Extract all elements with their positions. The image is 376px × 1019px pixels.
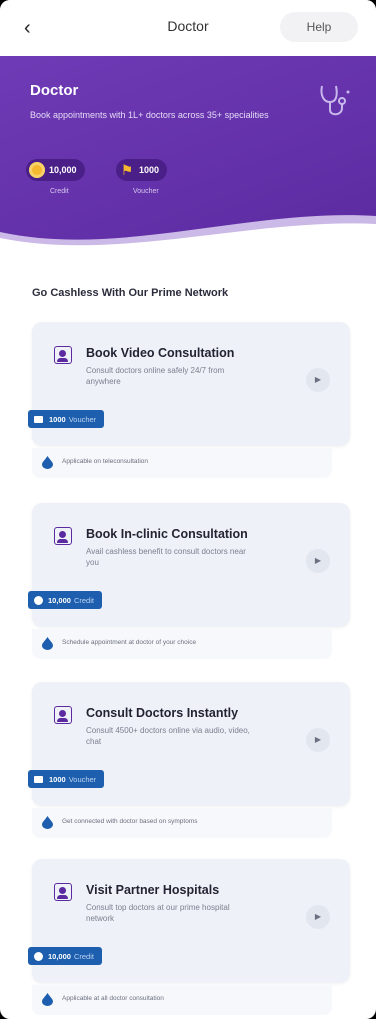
badge-value: 10,000	[48, 951, 71, 961]
card-note: Schedule appointment at doctor of your c…	[32, 629, 332, 659]
chevron-right-icon[interactable]: ▶	[306, 549, 330, 573]
voucher-badge: 1000 Voucher	[28, 770, 105, 788]
badge-unit: Voucher	[68, 774, 97, 784]
card-inclinic-consultation: Book In-clinic Consultation Avail cashle…	[28, 503, 350, 659]
doctor-icon	[54, 883, 72, 901]
card-title: Consult Doctors Instantly	[86, 706, 239, 720]
app-screen: ‹ Doctor Help Doctor Book appointments w…	[0, 0, 376, 1019]
badge-value: 10,000	[48, 595, 71, 605]
card-body[interactable]: Book In-clinic Consultation Avail cashle…	[28, 503, 350, 627]
card-partner-hospitals: Visit Partner Hospitals Consult top doct…	[28, 859, 350, 1015]
badge-unit: Credit	[73, 595, 94, 605]
help-button[interactable]: Help	[280, 12, 358, 42]
card-body[interactable]: Book Video Consultation Consult doctors …	[28, 322, 350, 446]
hero-wave-divider	[0, 215, 376, 246]
card-consult-instantly: Consult Doctors Instantly Consult 4500+ …	[28, 682, 350, 838]
voucher-pill: ⚑ 1000	[116, 159, 168, 181]
badge-value: 1000	[49, 414, 66, 424]
card-desc: Consult 4500+ doctors online via audio, …	[86, 726, 250, 746]
drop-icon	[42, 816, 53, 829]
drop-icon	[42, 456, 53, 469]
badge-unit: Voucher	[68, 414, 97, 424]
badge-value: 1000	[49, 774, 66, 784]
credit-badge: 10,000 Credit	[28, 591, 102, 609]
hero-title: Doctor	[30, 82, 79, 99]
card-note: Applicable on teleconsultation	[32, 448, 332, 478]
card-title: Book In-clinic Consultation	[86, 527, 248, 541]
voucher-tag-icon: ⚑	[120, 162, 134, 178]
chevron-right-icon[interactable]: ▶	[306, 728, 330, 752]
badge-unit: Credit	[73, 951, 94, 961]
coin-icon	[29, 162, 45, 178]
section-title: Go Cashless With Our Prime Network	[32, 287, 229, 299]
doctor-icon	[54, 706, 72, 724]
stethoscope-icon	[320, 85, 350, 116]
card-body[interactable]: Consult Doctors Instantly Consult 4500+ …	[28, 682, 350, 806]
coin-icon	[34, 951, 43, 961]
card-body[interactable]: Visit Partner Hospitals Consult top doct…	[28, 859, 350, 983]
credits-value: 10,000	[49, 165, 77, 175]
top-bar: ‹ Doctor Help	[0, 0, 376, 56]
note-text: Schedule appointment at doctor of your c…	[62, 639, 197, 646]
credits-pill: 10,000	[26, 159, 85, 181]
note-text: Applicable at all doctor consultation	[62, 995, 164, 1002]
card-title: Book Video Consultation	[86, 346, 235, 360]
hero-subtitle: Book appointments with 1L+ doctors acros…	[30, 110, 269, 120]
coin-icon	[34, 595, 43, 605]
voucher-badge: 1000 Voucher	[28, 410, 105, 428]
ticket-icon	[34, 415, 43, 423]
note-text: Get connected with doctor based on sympt…	[62, 818, 198, 825]
chevron-right-icon[interactable]: ▶	[306, 368, 330, 392]
card-note: Get connected with doctor based on sympt…	[32, 808, 332, 838]
hero-banner: Doctor Book appointments with 1L+ doctor…	[0, 56, 376, 246]
chevron-right-icon[interactable]: ▶	[306, 905, 330, 929]
card-desc: Consult doctors online safely 24/7 from …	[86, 366, 225, 386]
doctor-icon	[54, 527, 72, 545]
ticket-icon	[34, 775, 43, 783]
doctor-icon	[54, 346, 72, 364]
note-text: Applicable on teleconsultation	[62, 458, 149, 465]
drop-icon	[42, 637, 53, 650]
card-desc: Avail cashless benefit to consult doctor…	[86, 547, 246, 567]
card-title: Visit Partner Hospitals	[86, 883, 220, 897]
card-note: Applicable at all doctor consultation	[32, 985, 332, 1015]
drop-icon	[42, 993, 53, 1006]
card-video-consultation: Book Video Consultation Consult doctors …	[28, 322, 350, 478]
card-desc: Consult top doctors at our prime hospita…	[86, 903, 230, 923]
voucher-value: 1000	[139, 165, 160, 175]
credit-badge: 10,000 Credit	[28, 947, 102, 965]
